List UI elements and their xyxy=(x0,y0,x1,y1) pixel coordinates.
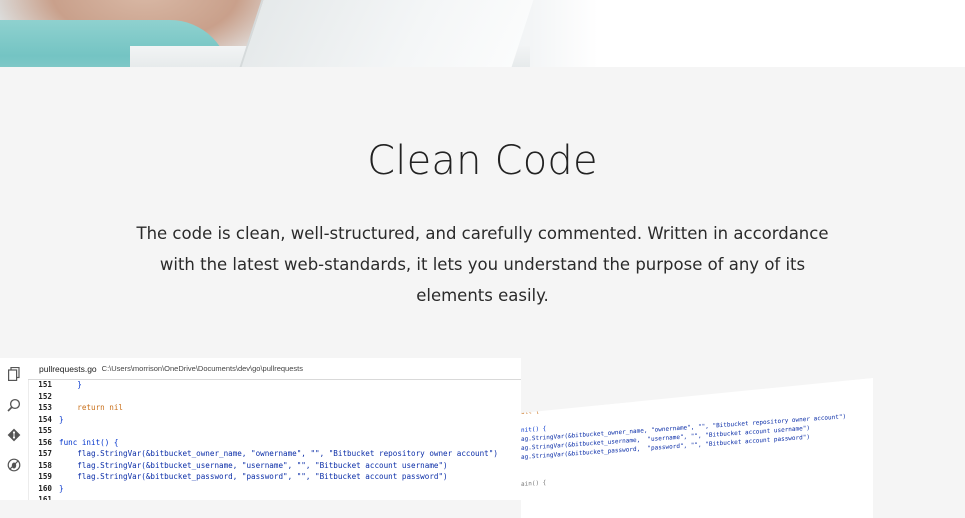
code-line: 158 flag.StringVar(&bitbucket_username, … xyxy=(38,460,448,470)
editor-tab-path: C:\Users\morrison\OneDrive\Documents\dev… xyxy=(101,364,303,373)
code-line: 159 flag.StringVar(&bitbucket_password, … xyxy=(38,472,448,481)
secondary-code-lines: ull { nit() { ag.StringVar(&bitbucket_ow… xyxy=(521,407,847,488)
editor-tab-filename: pullrequests.go xyxy=(39,363,97,374)
debug-icon xyxy=(6,457,22,473)
code-line: 156 func init() { xyxy=(38,437,119,447)
git-icon xyxy=(6,427,22,443)
hero-laptop-shape xyxy=(235,0,537,67)
hero-photo xyxy=(0,0,965,67)
secondary-code-panel: ull { nit() { ag.StringVar(&bitbucket_ow… xyxy=(521,378,873,518)
editor-activity-bar xyxy=(0,358,29,500)
code-line: 152 xyxy=(38,391,52,401)
code-line: 155 xyxy=(38,426,52,435)
editor-tab[interactable]: pullrequests.go C:\Users\morrison\OneDri… xyxy=(28,358,521,380)
code-line: 151 } xyxy=(38,380,82,389)
code-editor-screenshot: pullrequests.go C:\Users\morrison\OneDri… xyxy=(0,358,521,500)
code-line: 160} xyxy=(38,483,64,493)
section-title: Clean Code xyxy=(367,138,598,184)
code-line: 161 xyxy=(38,495,52,500)
section-description: The code is clean, well-structured, and … xyxy=(136,224,829,305)
search-icon xyxy=(6,397,22,413)
files-icon xyxy=(6,366,22,382)
code-lines: 151 } 152 153 return nil 154} 155 156 fun… xyxy=(28,379,521,500)
code-line: 153 return nil xyxy=(38,403,124,412)
code-line: 154} xyxy=(38,414,64,424)
code-line: 157 flag.StringVar(&bitbucket_owner_name… xyxy=(38,449,498,458)
